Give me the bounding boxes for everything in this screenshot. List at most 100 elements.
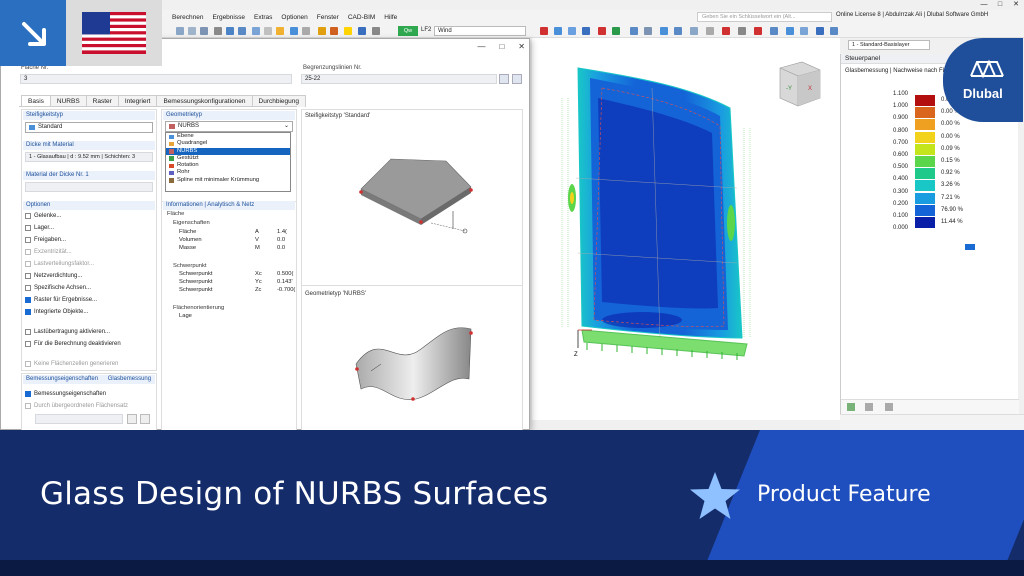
geometry-option[interactable]: Rohr <box>166 169 290 176</box>
geometry-dropdown[interactable]: NURBS ⌄ <box>165 121 293 132</box>
toolbar-icon[interactable] <box>706 27 714 35</box>
toolbar-icon[interactable] <box>786 27 794 35</box>
checkbox-icon[interactable] <box>25 328 31 335</box>
design-checkbox[interactable]: Bemessungseigenschaften <box>25 389 106 398</box>
option-checkbox[interactable]: Exzentrizität... <box>25 247 72 256</box>
option-checkbox[interactable]: Raster für Ergebnisse... <box>25 295 97 304</box>
toolbar-icon[interactable] <box>660 27 668 35</box>
surface-no-field[interactable]: 3 <box>20 74 292 84</box>
option-checkbox[interactable]: Integrierte Objekte... <box>25 307 88 316</box>
toolbar-icon[interactable] <box>582 27 590 35</box>
geometry-option[interactable]: Ebene <box>166 133 290 140</box>
toolbar-icon[interactable] <box>674 27 682 35</box>
geometry-option[interactable]: NURBS <box>166 147 290 155</box>
option-checkbox[interactable]: Lastübertragung aktivieren... <box>25 327 110 336</box>
panel-tab-icon[interactable] <box>847 403 855 411</box>
model-viewport[interactable]: Z -Y X <box>532 38 840 420</box>
toolbar-icon[interactable] <box>358 27 366 35</box>
option-checkbox[interactable]: Gelenke... <box>25 211 61 220</box>
toolbar-icon[interactable] <box>568 27 576 35</box>
toolbar-icon[interactable] <box>214 27 222 35</box>
option-checkbox[interactable]: Für die Berechnung deaktivieren <box>25 339 121 348</box>
toolbar-icon[interactable] <box>612 27 620 35</box>
panel-tab-icon[interactable] <box>865 403 873 411</box>
toolbar-icon[interactable] <box>264 27 272 35</box>
view-cube[interactable]: -Y X <box>779 61 821 107</box>
toolbar-icon[interactable] <box>598 27 606 35</box>
checkbox-icon[interactable] <box>25 296 31 303</box>
close-icon[interactable]: ✕ <box>518 42 525 51</box>
toolbar-icon[interactable] <box>176 27 184 35</box>
checkbox-icon[interactable] <box>25 402 31 409</box>
toolbar-icon[interactable] <box>630 27 638 35</box>
toolbar-icon[interactable] <box>276 27 284 35</box>
option-checkbox[interactable]: Freigaben... <box>25 235 66 244</box>
basis-layer-dropdown[interactable]: 1 - Standard-Basislayer <box>848 40 930 50</box>
geometry-option[interactable]: Gestützt <box>166 155 290 162</box>
menu-item[interactable]: Optionen <box>281 14 307 21</box>
toolbar-icon[interactable] <box>238 27 246 35</box>
pick-icon[interactable] <box>499 74 509 84</box>
option-checkbox[interactable]: Lager... <box>25 223 54 232</box>
undo-icon[interactable] <box>512 74 522 84</box>
surface-set-field[interactable] <box>35 414 123 424</box>
menu-item[interactable]: Fenster <box>317 14 339 21</box>
toolbar-icon[interactable] <box>554 27 562 35</box>
toolbar-icon[interactable] <box>226 27 234 35</box>
toolbar-icon[interactable] <box>690 27 698 35</box>
menu-item[interactable]: Ergebnisse <box>212 14 245 21</box>
toolbar-icon[interactable] <box>770 27 778 35</box>
close-icon[interactable]: ✕ <box>1008 0 1024 10</box>
toolbar-icon[interactable] <box>252 27 260 35</box>
toolbar-icon[interactable] <box>800 27 808 35</box>
toolbar-icon[interactable] <box>754 27 762 35</box>
edit-icon[interactable] <box>127 414 137 424</box>
toolbar-icon[interactable] <box>200 27 208 35</box>
boundary-field[interactable]: 25-22 <box>301 74 497 84</box>
checkbox-icon[interactable] <box>25 212 31 219</box>
checkbox-icon[interactable] <box>25 236 31 243</box>
menu-item[interactable]: Hilfe <box>384 14 397 21</box>
geometry-option[interactable]: Rotation <box>166 162 290 169</box>
toolbar-icon[interactable] <box>188 27 196 35</box>
thickness-field[interactable]: 1 - Glasaufbau | d : 9.52 mm | Schichten… <box>25 152 153 162</box>
toolbar-icon[interactable] <box>344 27 352 35</box>
legend-slider[interactable] <box>965 244 975 250</box>
toolbar-icon[interactable] <box>738 27 746 35</box>
menu-item[interactable]: CAD-BIM <box>348 14 375 21</box>
toolbar-icon[interactable] <box>816 27 824 35</box>
checkbox-icon[interactable] <box>25 260 31 267</box>
toolbar-icon[interactable] <box>372 27 380 35</box>
checkbox-icon[interactable] <box>25 248 31 255</box>
option-checkbox[interactable]: Netzverdichtung... <box>25 271 82 280</box>
menu-item[interactable]: Extras <box>254 14 272 21</box>
toolbar-icon[interactable] <box>644 27 652 35</box>
toolbar-icon[interactable] <box>830 27 838 35</box>
minimize-icon[interactable]: — <box>477 42 485 51</box>
search-input[interactable]: Geben Sie ein Schlüsselwort ein (Alt... <box>697 12 832 22</box>
design-checkbox[interactable]: Durch übergeordneten Flächensatz <box>25 401 128 410</box>
checkbox-icon[interactable] <box>25 360 31 367</box>
option-checkbox[interactable]: Lastverteilungsfaktor... <box>25 259 94 268</box>
option-checkbox[interactable]: Keine Flächenzellen generieren <box>25 359 118 368</box>
checkbox-icon[interactable] <box>25 284 31 291</box>
checkbox-icon[interactable] <box>25 340 31 347</box>
menu-item[interactable]: Berechnen <box>172 14 203 21</box>
checkbox-icon[interactable] <box>25 390 31 397</box>
toolbar-icon[interactable] <box>540 27 548 35</box>
toolbar-icon[interactable] <box>302 27 310 35</box>
material-field[interactable] <box>25 182 153 192</box>
stiffness-dropdown[interactable]: Standard <box>25 122 153 133</box>
toolbar-icon[interactable] <box>722 27 730 35</box>
maximize-icon[interactable]: □ <box>499 42 504 51</box>
checkbox-icon[interactable] <box>25 224 31 231</box>
loadcase-dropdown[interactable]: Wind <box>434 26 526 36</box>
toolbar-icon[interactable] <box>318 27 326 35</box>
option-checkbox[interactable]: Spezifische Achsen... <box>25 283 91 292</box>
checkbox-icon[interactable] <box>25 272 31 279</box>
new-icon[interactable] <box>140 414 150 424</box>
toolbar-icon[interactable] <box>330 27 338 35</box>
geometry-option[interactable]: Spline mit minimaler Krümmung <box>166 177 290 184</box>
minimize-icon[interactable]: — <box>976 0 992 10</box>
toolbar-icon[interactable] <box>290 27 298 35</box>
